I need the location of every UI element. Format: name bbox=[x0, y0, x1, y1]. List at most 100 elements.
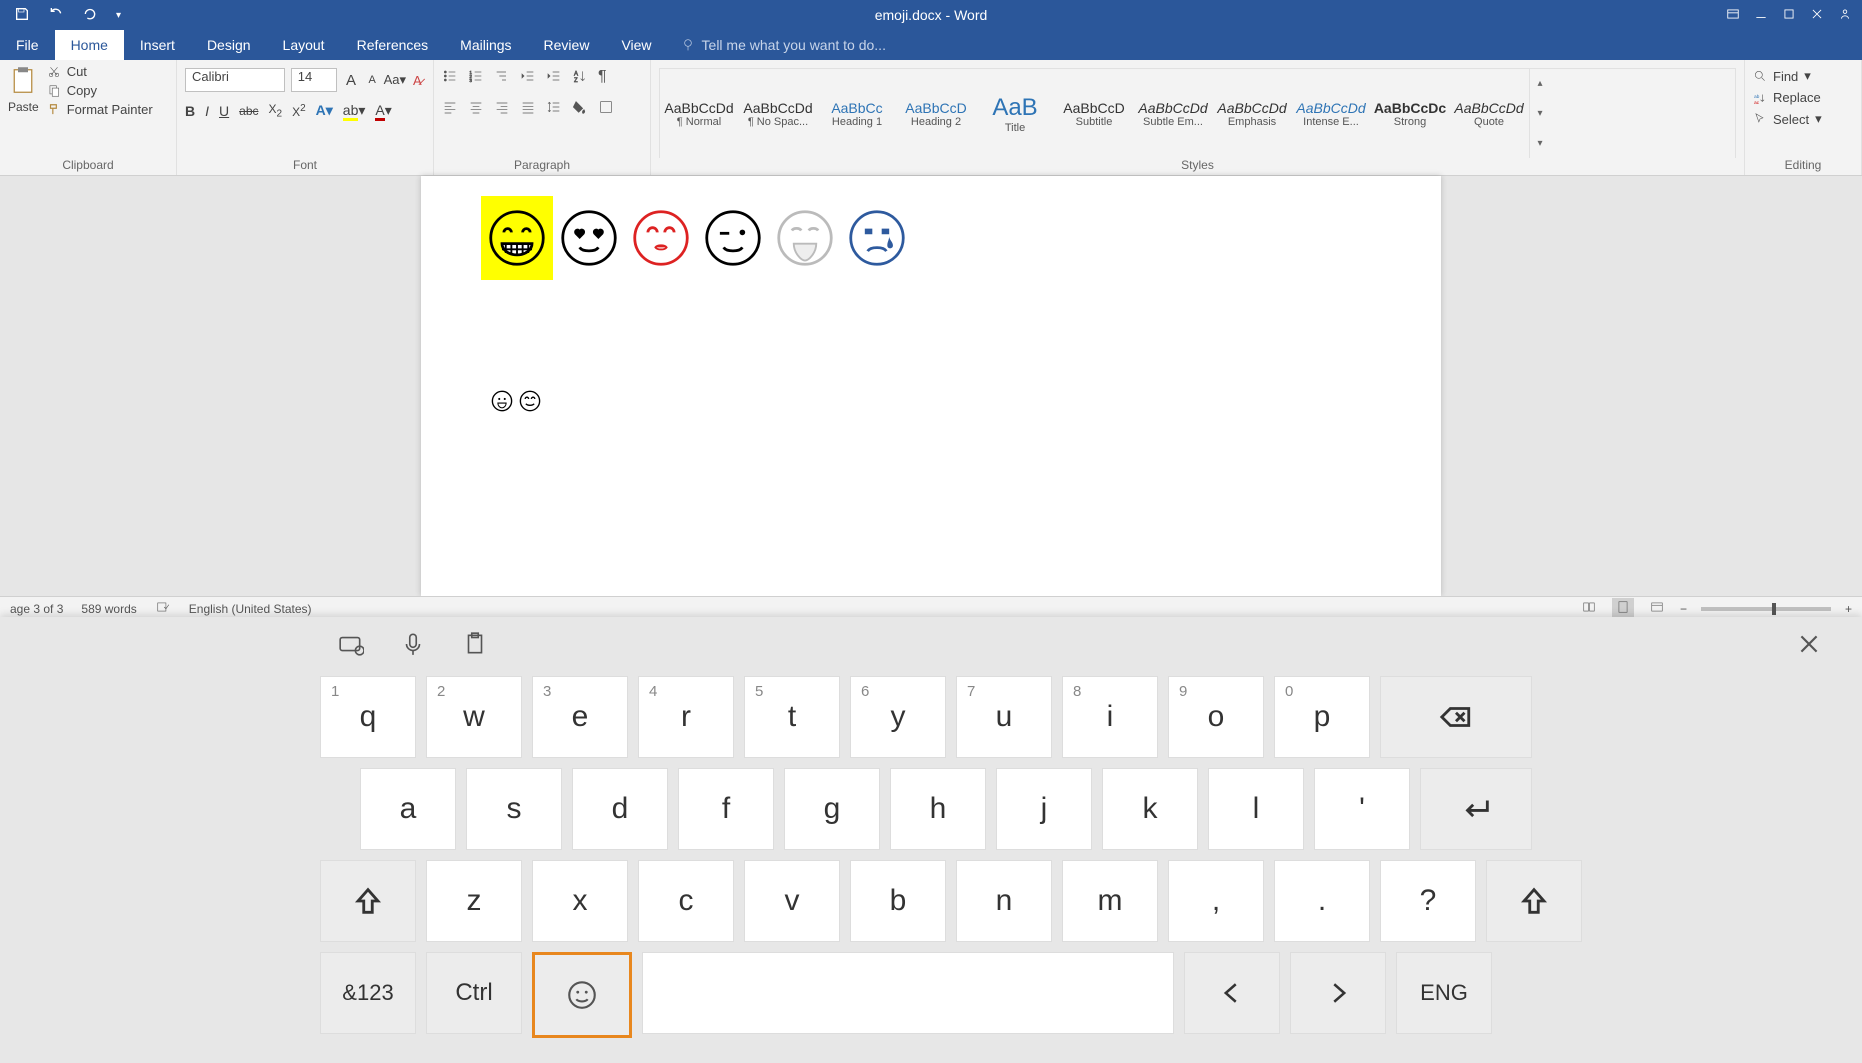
style-subtle-em-[interactable]: AaBbCcDdSubtle Em... bbox=[1134, 69, 1213, 158]
key-d[interactable]: d bbox=[572, 768, 668, 850]
key-n[interactable]: n bbox=[956, 860, 1052, 942]
key-r[interactable]: 4r bbox=[638, 676, 734, 758]
key-numbers[interactable]: &123 bbox=[320, 952, 416, 1034]
zoom-slider[interactable] bbox=[1701, 607, 1831, 611]
key-l[interactable]: l bbox=[1208, 768, 1304, 850]
key-enter[interactable] bbox=[1420, 768, 1532, 850]
tab-layout[interactable]: Layout bbox=[267, 30, 341, 60]
align-center-icon[interactable] bbox=[468, 99, 484, 118]
emoji-tongue[interactable] bbox=[769, 202, 841, 274]
justify-icon[interactable] bbox=[520, 99, 536, 118]
microphone-icon[interactable] bbox=[400, 631, 426, 662]
key-comma[interactable]: , bbox=[1168, 860, 1264, 942]
key-c[interactable]: c bbox=[638, 860, 734, 942]
tab-references[interactable]: References bbox=[341, 30, 445, 60]
align-right-icon[interactable] bbox=[494, 99, 510, 118]
key-u[interactable]: 7u bbox=[956, 676, 1052, 758]
style-strong[interactable]: AaBbCcDcStrong bbox=[1371, 69, 1450, 158]
key-language[interactable]: ENG bbox=[1396, 952, 1492, 1034]
key-left-arrow[interactable] bbox=[1184, 952, 1280, 1034]
page-indicator[interactable]: age 3 of 3 bbox=[10, 602, 63, 616]
key-v[interactable]: v bbox=[744, 860, 840, 942]
key-backspace[interactable] bbox=[1380, 676, 1532, 758]
share-icon[interactable] bbox=[1838, 7, 1852, 24]
superscript-button[interactable]: X2 bbox=[292, 103, 306, 119]
zoom-in-icon[interactable]: + bbox=[1845, 602, 1852, 616]
spellcheck-icon[interactable] bbox=[155, 600, 171, 617]
change-case-icon[interactable]: Aa▾ bbox=[386, 71, 404, 89]
format-painter-button[interactable]: Format Painter bbox=[47, 102, 153, 117]
tab-review[interactable]: Review bbox=[528, 30, 606, 60]
numbering-icon[interactable]: 123 bbox=[468, 68, 484, 87]
keyboard-settings-icon[interactable] bbox=[338, 631, 364, 662]
tab-design[interactable]: Design bbox=[191, 30, 267, 60]
key-e[interactable]: 3e bbox=[532, 676, 628, 758]
key-f[interactable]: f bbox=[678, 768, 774, 850]
text-effects-icon[interactable]: A▾ bbox=[316, 102, 333, 119]
font-color-icon[interactable]: A▾ bbox=[375, 102, 391, 119]
subscript-button[interactable]: X2 bbox=[269, 102, 283, 119]
key-right-arrow[interactable] bbox=[1290, 952, 1386, 1034]
bullets-icon[interactable] bbox=[442, 68, 458, 87]
line-spacing-icon[interactable] bbox=[546, 99, 562, 118]
emoji-wink[interactable] bbox=[697, 202, 769, 274]
tell-me-search[interactable]: Tell me what you want to do... bbox=[680, 30, 886, 60]
key-h[interactable]: h bbox=[890, 768, 986, 850]
key-b[interactable]: b bbox=[850, 860, 946, 942]
copy-button[interactable]: Copy bbox=[47, 83, 153, 98]
emoji-heart-eyes[interactable] bbox=[553, 202, 625, 274]
tab-view[interactable]: View bbox=[605, 30, 667, 60]
key-t[interactable]: 5t bbox=[744, 676, 840, 758]
minimize-icon[interactable] bbox=[1754, 7, 1768, 24]
borders-icon[interactable] bbox=[598, 99, 614, 118]
key-emoji[interactable] bbox=[532, 952, 632, 1038]
styles-more-icon[interactable]: ▾ bbox=[1530, 128, 1550, 158]
key-s[interactable]: s bbox=[466, 768, 562, 850]
tab-home[interactable]: Home bbox=[55, 30, 124, 60]
key-shift-right[interactable] bbox=[1486, 860, 1582, 942]
redo-icon[interactable] bbox=[82, 6, 98, 25]
style--normal[interactable]: AaBbCcDd¶ Normal bbox=[660, 69, 739, 158]
style-emphasis[interactable]: AaBbCcDdEmphasis bbox=[1213, 69, 1292, 158]
find-button[interactable]: Find ▾ bbox=[1753, 68, 1853, 84]
grow-font-icon[interactable]: A bbox=[343, 71, 358, 89]
print-layout-icon[interactable] bbox=[1612, 598, 1634, 619]
strikethrough-button[interactable]: abc bbox=[239, 104, 258, 118]
style-subtitle[interactable]: AaBbCcDSubtitle bbox=[1055, 69, 1134, 158]
key-question[interactable]: ? bbox=[1380, 860, 1476, 942]
style-quote[interactable]: AaBbCcDdQuote bbox=[1450, 69, 1529, 158]
key-p[interactable]: 0p bbox=[1274, 676, 1370, 758]
key-w[interactable]: 2w bbox=[426, 676, 522, 758]
font-name-combo[interactable]: Calibri bbox=[185, 68, 285, 92]
styles-scroll-down-icon[interactable]: ▾ bbox=[1530, 99, 1550, 129]
ribbon-display-options-icon[interactable] bbox=[1726, 7, 1740, 24]
styles-scroll-up-icon[interactable]: ▴ bbox=[1530, 69, 1550, 99]
show-marks-icon[interactable]: ¶ bbox=[598, 68, 607, 87]
highlight-color-icon[interactable]: ab▾ bbox=[343, 102, 366, 119]
tab-mailings[interactable]: Mailings bbox=[444, 30, 527, 60]
increase-indent-icon[interactable] bbox=[546, 68, 562, 87]
key-space[interactable] bbox=[642, 952, 1174, 1034]
qat-dropdown-icon[interactable]: ▾ bbox=[116, 10, 121, 21]
key-y[interactable]: 6y bbox=[850, 676, 946, 758]
style-heading-2[interactable]: AaBbCcDHeading 2 bbox=[897, 69, 976, 158]
language-indicator[interactable]: English (United States) bbox=[189, 602, 312, 616]
key-apostrophe[interactable]: ' bbox=[1314, 768, 1410, 850]
key-j[interactable]: j bbox=[996, 768, 1092, 850]
select-button[interactable]: Select ▾ bbox=[1753, 111, 1853, 127]
key-i[interactable]: 8i bbox=[1062, 676, 1158, 758]
key-period[interactable]: . bbox=[1274, 860, 1370, 942]
italic-button[interactable]: I bbox=[205, 103, 209, 119]
replace-button[interactable]: abacReplace bbox=[1753, 90, 1853, 105]
word-count[interactable]: 589 words bbox=[81, 602, 136, 616]
undo-icon[interactable] bbox=[48, 6, 64, 25]
maximize-icon[interactable] bbox=[1782, 7, 1796, 24]
read-mode-icon[interactable] bbox=[1580, 600, 1598, 617]
underline-button[interactable]: U bbox=[219, 103, 229, 119]
emoji-kiss[interactable] bbox=[625, 202, 697, 274]
clear-formatting-icon[interactable]: A̷ bbox=[410, 71, 425, 89]
style-intense-e-[interactable]: AaBbCcDdIntense E... bbox=[1292, 69, 1371, 158]
key-shift-left[interactable] bbox=[320, 860, 416, 942]
emoji-grinning[interactable] bbox=[481, 196, 553, 280]
key-g[interactable]: g bbox=[784, 768, 880, 850]
